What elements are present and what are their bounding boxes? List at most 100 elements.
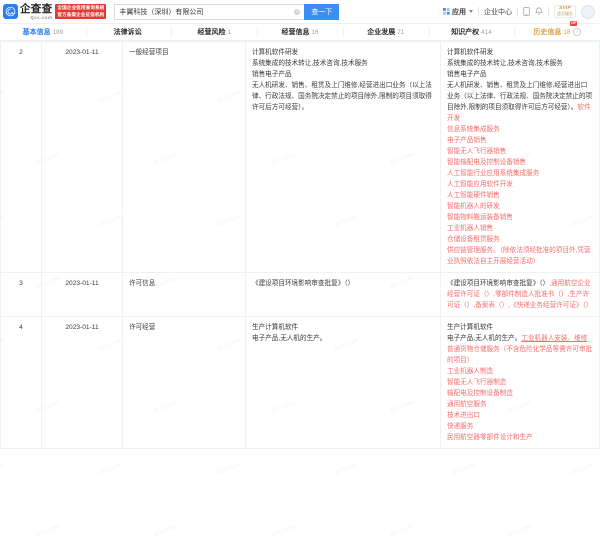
row-type: 许可信息 bbox=[122, 272, 246, 317]
old-line: 销售电子产品 bbox=[252, 71, 292, 78]
tab-business-risk[interactable]: 经营风险 1 bbox=[171, 24, 257, 40]
app-header: 企查查 Qcc.com 全国企业信用查询系统 官方备案企业征信机构 丰翼科技（深… bbox=[0, 0, 600, 24]
header-right-tools: 应用 企业中心 SVIP 会员服务 bbox=[443, 4, 596, 19]
tab-history-info[interactable]: 历史信息 18 VIP i bbox=[514, 21, 600, 40]
new-line-added: 仓储设备租赁服务 bbox=[447, 236, 500, 243]
site-logo[interactable]: 企查查 Qcc.com 全国企业信用查询系统 官方备案企业征信机构 bbox=[3, 2, 107, 20]
new-line-added: 工业机器人销售 bbox=[447, 225, 494, 232]
user-avatar-icon[interactable] bbox=[581, 4, 595, 19]
tab-label: 知识产权 bbox=[451, 29, 480, 36]
new-line-added: 快递服务 bbox=[447, 423, 474, 430]
watermark-text: qcc.com bbox=[270, 522, 297, 539]
new-line: 生产计算机软件 bbox=[447, 324, 494, 331]
new-line-added: 工业机器人制造 bbox=[447, 368, 494, 375]
new-line-added: 人工智能应用软件开发 bbox=[447, 181, 513, 188]
header-divider bbox=[517, 7, 518, 16]
chevron-down-icon bbox=[469, 10, 473, 13]
new-line: 《建设项目环境影响审查批复》（）,通用航空企业经营许可证（）,零部件制造人批准书… bbox=[447, 278, 593, 311]
new-line-added: 智能机器人的研发 bbox=[447, 203, 500, 210]
apps-menu[interactable]: 应用 bbox=[443, 7, 473, 17]
tab-intellectual-property[interactable]: 知识产权 414 bbox=[428, 24, 515, 40]
official-badge: 全国企业信用查询系统 官方备案企业征信机构 bbox=[55, 4, 107, 19]
tab-count: 1 bbox=[227, 28, 232, 36]
qcc-circle-icon bbox=[3, 4, 18, 19]
search-input[interactable]: 丰翼科技（深圳）有限公司 × bbox=[114, 3, 305, 20]
new-line: 系统集成的技术转让,技术咨询,技术服务 bbox=[447, 60, 563, 67]
tab-enterprise-development[interactable]: 企业发展 71 bbox=[342, 24, 429, 40]
watermark-text: qcc.com bbox=[333, 460, 360, 477]
row-date: 2023-01-11 bbox=[41, 41, 123, 273]
apps-menu-label: 应用 bbox=[452, 8, 466, 16]
header-divider bbox=[548, 7, 549, 16]
old-line: 计算机软件研发 bbox=[252, 49, 299, 56]
new-text-kept: 无人机研发、销售、租赁及上门维修,经营进出口业务（以上法律、行政法规、国务院决定… bbox=[447, 82, 593, 111]
table-row: 2 2023-01-11 一般经营项目 计算机软件研发 系统集成的技术转让,技术… bbox=[0, 41, 600, 273]
new-line-added: 技术进出口 bbox=[447, 412, 480, 419]
enterprise-center-link[interactable]: 企业中心 bbox=[484, 7, 512, 17]
tab-label: 经营风险 bbox=[197, 29, 226, 36]
clear-circle-icon[interactable]: × bbox=[294, 8, 301, 15]
row-number: 2 bbox=[0, 41, 42, 273]
info-icon[interactable]: i bbox=[573, 28, 581, 36]
new-line: 销售电子产品 bbox=[447, 71, 487, 78]
new-line-added: 民用航空器零部件设计和生产 bbox=[447, 434, 533, 441]
new-line-added: 智能物料搬运装备销售 bbox=[447, 214, 513, 221]
new-text-kept: 电子产品,无人机的生产。 bbox=[447, 335, 522, 342]
tab-label: 企业发展 bbox=[367, 29, 396, 36]
row-number: 3 bbox=[0, 272, 42, 317]
watermark-text: qcc.com bbox=[0, 460, 6, 477]
tab-count: 414 bbox=[481, 28, 492, 36]
notification-bell-icon[interactable] bbox=[535, 7, 543, 16]
table-row: 4 2023-01-11 许可经营 生产计算机软件 电子产品,无人机的生产。 生… bbox=[0, 316, 600, 449]
table-row: 3 2023-01-11 许可信息 《建设项目环境影响审查批复》（） 《建设项目… bbox=[0, 272, 600, 317]
history-change-table-area: 2 2023-01-11 一般经营项目 计算机软件研发 系统集成的技术转让,技术… bbox=[0, 41, 600, 540]
watermark-text: qcc.com bbox=[569, 460, 596, 477]
new-line: 计算机软件研发 bbox=[447, 49, 494, 56]
new-line-added: 电子产品销售 bbox=[447, 137, 487, 144]
new-line: 电子产品,无人机的生产。工业机器人安装、维修 bbox=[447, 333, 593, 344]
history-change-table: 2 2023-01-11 一般经营项目 计算机软件研发 系统集成的技术转让,技术… bbox=[0, 41, 600, 449]
tab-basic-info[interactable]: 基本信息 189 bbox=[0, 24, 86, 40]
watermark-text: qcc.com bbox=[97, 460, 124, 477]
logo-text-en: Qcc.com bbox=[30, 14, 53, 20]
vip-badge: VIP bbox=[569, 21, 578, 26]
tab-label: 法律诉讼 bbox=[113, 29, 142, 36]
svip-sub-label: 会员服务 bbox=[557, 11, 573, 17]
tab-label: 经营信息 bbox=[281, 29, 310, 36]
tab-label: 基本信息 bbox=[22, 29, 51, 36]
new-line-added: 智能输配电及控制设备销售 bbox=[447, 159, 527, 166]
search-button[interactable]: 查一下 bbox=[304, 3, 340, 20]
tab-legal-proceedings[interactable]: 法律诉讼 bbox=[85, 24, 172, 40]
row-old-value: 《建设项目环境影响审查批复》（） bbox=[245, 272, 441, 317]
row-type: 许可经营 bbox=[122, 316, 246, 449]
tab-count: 18 bbox=[563, 28, 571, 36]
official-badge-line1: 全国企业信用查询系统 bbox=[57, 5, 105, 11]
new-line-added: 供应链管理服务。（除依法须经批准的项目外,凭营业执照依法自主开展经营活动） bbox=[447, 247, 591, 265]
search-input-value: 丰翼科技（深圳）有限公司 bbox=[119, 8, 204, 16]
tab-label: 历史信息 bbox=[533, 29, 562, 36]
old-line: 无人机研发、销售、租赁及上门维修,经营进出口业务（以上法律、行政法规、国务院决定… bbox=[252, 82, 432, 111]
old-line: 系统集成的技术转让,技术咨询,技术服务 bbox=[252, 60, 368, 67]
row-new-value: 《建设项目环境影响审查批复》（）,通用航空企业经营许可证（）,零部件制造人批准书… bbox=[440, 272, 600, 317]
row-type: 一般经营项目 bbox=[122, 41, 246, 273]
svip-button[interactable]: SVIP 会员服务 bbox=[554, 4, 576, 19]
old-line: 《建设项目环境影响审查批复》（） bbox=[252, 280, 355, 287]
row-new-value: 计算机软件研发 系统集成的技术转让,技术咨询,技术服务 销售电子产品 无人机研发… bbox=[440, 41, 600, 273]
watermark-text: qcc.com bbox=[506, 522, 533, 539]
row-old-value: 生产计算机软件 电子产品,无人机的生产。 bbox=[245, 316, 441, 449]
grid-apps-icon bbox=[443, 8, 450, 15]
watermark-text: qcc.com bbox=[451, 460, 478, 477]
row-number: 4 bbox=[0, 316, 42, 449]
watermark-text: qcc.com bbox=[215, 460, 242, 477]
header-divider bbox=[478, 7, 479, 16]
watermark-text: qcc.com bbox=[34, 522, 61, 539]
mobile-phone-icon[interactable] bbox=[523, 7, 530, 16]
new-line-added: 通用航空服务 bbox=[447, 401, 487, 408]
watermark-text: qcc.com bbox=[152, 522, 179, 539]
tab-count: 189 bbox=[52, 28, 64, 36]
logo-wordmark: 企查查 Qcc.com bbox=[20, 2, 53, 20]
logo-text-cn: 企查查 bbox=[20, 2, 53, 15]
row-new-value: 生产计算机软件 电子产品,无人机的生产。工业机器人安装、维修 普通货物仓储服务（… bbox=[440, 316, 600, 449]
new-line-added: 信息系统集成服务 bbox=[447, 126, 500, 133]
tab-business-info[interactable]: 经营信息 16 bbox=[257, 24, 343, 40]
